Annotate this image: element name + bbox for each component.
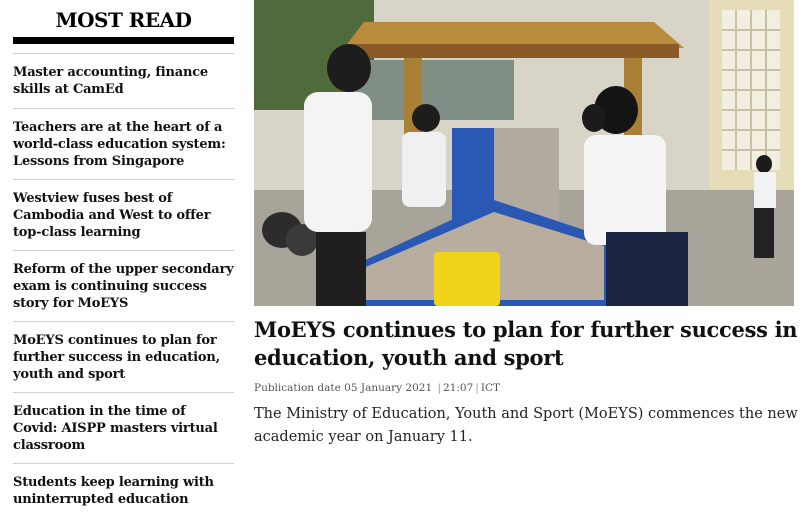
- article-photo: [254, 0, 794, 306]
- most-read-link[interactable]: Reform of the upper secondary exam is co…: [13, 261, 234, 312]
- list-item: Students keep learning with uninterrupte…: [13, 464, 234, 519]
- list-item: Master accounting, finance skills at Cam…: [13, 54, 234, 109]
- most-read-sidebar: MOST READ Master accounting, finance ski…: [13, 0, 234, 519]
- publication-date: 05 January 2021: [344, 382, 433, 394]
- most-read-link[interactable]: Master accounting, finance skills at Cam…: [13, 64, 234, 98]
- most-read-divider: [13, 37, 234, 44]
- list-item: Westview fuses best of Cambodia and West…: [13, 180, 234, 251]
- list-item: Teachers are at the heart of a world-cla…: [13, 109, 234, 180]
- most-read-list: Master accounting, finance skills at Cam…: [13, 53, 234, 519]
- publication-timezone: ICT: [480, 382, 501, 394]
- article-lede: The Ministry of Education, Youth and Spo…: [254, 406, 798, 445]
- most-read-title: MOST READ: [55, 8, 192, 32]
- list-item: Education in the time of Covid: AISPP ma…: [13, 393, 234, 464]
- list-item: Reform of the upper secondary exam is co…: [13, 251, 234, 322]
- publication-meta: Publication date 05 January 2021 | 21:07 |…: [254, 382, 500, 394]
- photo-illustration: [254, 0, 794, 306]
- most-read-link[interactable]: Westview fuses best of Cambodia and West…: [13, 190, 234, 241]
- article-headline[interactable]: MoEYS continues to plan for further succ…: [254, 316, 799, 372]
- meta-separator: |: [475, 382, 479, 394]
- most-read-link[interactable]: Education in the time of Covid: AISPP ma…: [13, 403, 234, 454]
- most-read-link[interactable]: Students keep learning with uninterrupte…: [13, 474, 234, 508]
- list-item: MoEYS continues to plan for further succ…: [13, 322, 234, 393]
- publication-time: 21:07: [443, 382, 474, 394]
- most-read-link[interactable]: Teachers are at the heart of a world-cla…: [13, 119, 234, 170]
- meta-separator: |: [437, 382, 442, 394]
- publication-date-label: Publication date: [254, 382, 341, 394]
- most-read-link[interactable]: MoEYS continues to plan for further succ…: [13, 332, 234, 383]
